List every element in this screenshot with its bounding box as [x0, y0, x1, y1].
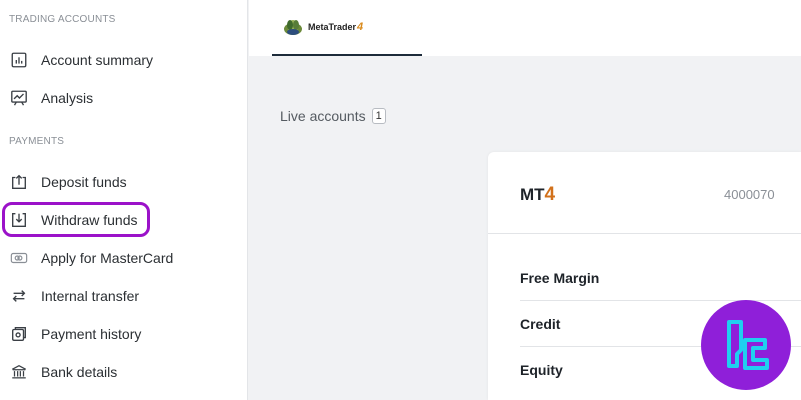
tab-label: MetaTrader: [308, 22, 357, 32]
arrows-swap-icon: [9, 286, 29, 306]
history-icon: [9, 324, 29, 344]
section-label-trading-accounts: TRADING ACCOUNTS: [9, 14, 116, 25]
row-label: Free Margin: [520, 269, 600, 286]
live-accounts-label: Live accounts: [280, 108, 366, 124]
live-accounts-heading: Live accounts 1: [280, 108, 386, 124]
row-label: Credit: [520, 315, 561, 332]
sidebar-item-label: Payment history: [41, 326, 142, 342]
platform-name: MT4: [520, 184, 555, 206]
sidebar-item-payment-history[interactable]: Payment history: [9, 321, 141, 347]
row-label: Equity: [520, 362, 563, 378]
row-free-margin: Free Margin: [520, 255, 801, 301]
bank-icon: [9, 362, 29, 382]
sidebar-item-label: Deposit funds: [41, 174, 127, 190]
sidebar-item-label: Analysis: [41, 90, 94, 106]
upload-tray-icon: [9, 172, 29, 192]
account-number: 4000070: [724, 187, 775, 202]
sidebar-item-label: Bank details: [41, 364, 118, 380]
trend-chart-icon: [9, 88, 29, 108]
tab-metatrader4[interactable]: MetaTrader 4: [272, 0, 422, 56]
sidebar-item-account-summary[interactable]: Account summary: [9, 47, 153, 73]
card-icon: [9, 248, 29, 268]
sidebar-item-deposit-funds[interactable]: Deposit funds: [9, 169, 127, 195]
live-accounts-count-badge: 1: [371, 108, 386, 124]
section-label-payments: PAYMENTS: [9, 136, 65, 147]
bar-chart-icon: [9, 50, 29, 70]
sidebar: TRADING ACCOUNTS Account summary Analysi…: [0, 0, 248, 400]
sidebar-item-analysis[interactable]: Analysis: [9, 85, 93, 111]
sidebar-item-label: Account summary: [41, 52, 154, 68]
sidebar-item-label: Apply for MasterCard: [41, 250, 174, 266]
sidebar-item-internal-transfer[interactable]: Internal transfer: [9, 283, 139, 309]
platform-label: MT: [520, 185, 545, 204]
brand-logo: [701, 300, 791, 390]
highlight-outline: [2, 202, 150, 237]
metatrader-logo-icon: [282, 16, 304, 38]
platform-version: 4: [544, 184, 556, 205]
sidebar-item-apply-mastercard[interactable]: Apply for MasterCard: [9, 245, 173, 271]
tab-number: 4: [357, 21, 364, 33]
sidebar-item-bank-details[interactable]: Bank details: [9, 359, 117, 385]
account-card-header: MT4 4000070: [488, 152, 801, 234]
platform-tabbar: MetaTrader 4: [249, 0, 801, 56]
sidebar-item-label: Internal transfer: [41, 288, 140, 304]
